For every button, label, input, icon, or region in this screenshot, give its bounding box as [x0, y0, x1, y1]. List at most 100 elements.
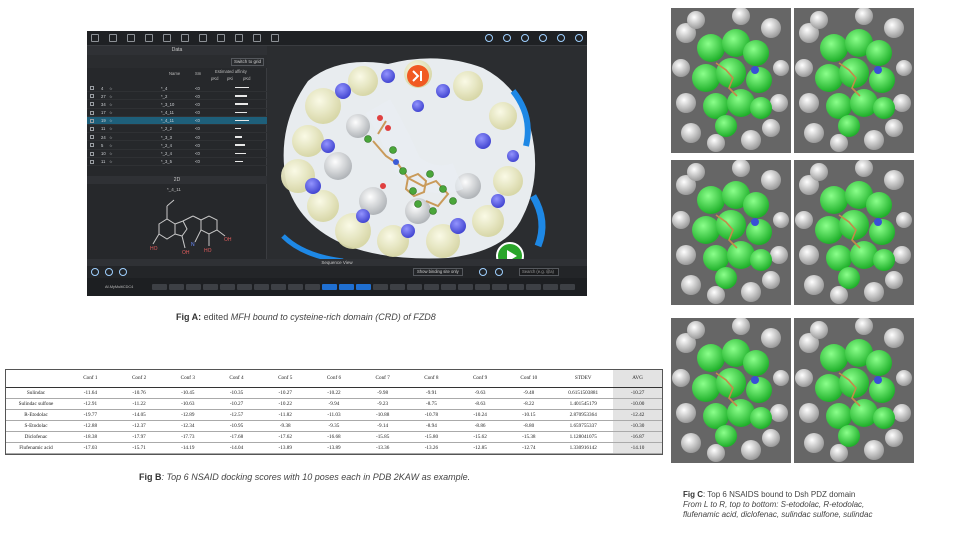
row-name: *_2 — [161, 93, 168, 99]
sequence-residues[interactable]: Af-MyMultiCDC4 — [87, 278, 587, 296]
2d-panel-title: 2D — [87, 176, 267, 184]
switch-to-grid-button[interactable]: Switch to grid — [230, 58, 264, 66]
star-icon[interactable]: ☆ — [109, 86, 113, 91]
score-cell: 0.6151503881 — [553, 387, 614, 399]
row-checkbox[interactable] — [90, 143, 94, 148]
star-icon[interactable]: ☆ — [109, 151, 113, 156]
score-cell: -9.91 — [407, 387, 456, 399]
data-table-row[interactable]: 4 ☆ *_4 <0 — [87, 84, 267, 93]
row-checkbox[interactable] — [90, 86, 94, 90]
star-icon[interactable]: ☆ — [109, 159, 113, 164]
data-table-row[interactable]: 19 ☆ *_4_11 <0 — [87, 116, 267, 125]
data-table-row[interactable]: 27 ☆ *_2 <0 — [87, 92, 267, 101]
refresh-icon[interactable] — [495, 268, 503, 276]
tool-icon[interactable] — [253, 34, 261, 42]
score-cell: -13.89 — [260, 442, 310, 454]
affinity-bar — [235, 119, 249, 122]
data-table-row[interactable]: 24 ☆ *_3_3 <0 — [87, 133, 267, 142]
star-icon[interactable]: ☆ — [109, 143, 113, 148]
score-cell: -17.62 — [260, 431, 310, 443]
data-table-body: 4 ☆ *_4 <0 27 ☆ *_2 <0 34 ☆ *_3_10 <0 17 ☆ *_4_11 <0 19 ☆… — [87, 84, 267, 166]
table-header-cell: STDEV — [553, 370, 614, 388]
data-table-row[interactable]: 11 ☆ *_2_2 <0 — [87, 125, 267, 134]
view-icon[interactable] — [485, 34, 493, 42]
score-cell: -9.14 — [358, 420, 408, 432]
tool-icon[interactable] — [199, 34, 207, 42]
table-header-cell: Conf 8 — [407, 370, 456, 388]
score-cell: -14.19 — [163, 442, 213, 454]
star-icon[interactable]: ☆ — [109, 94, 113, 99]
new-file-icon[interactable] — [91, 34, 99, 42]
table-header-cell: Conf 4 — [212, 370, 261, 388]
tool-icon[interactable] — [163, 34, 171, 42]
docked-pose-image — [671, 318, 791, 463]
score-cell: -15.85 — [358, 431, 408, 443]
redo-icon[interactable] — [235, 34, 243, 42]
select-icon[interactable] — [119, 268, 127, 276]
tool-icon[interactable] — [127, 34, 135, 42]
select-icon[interactable] — [105, 268, 113, 276]
protein-render — [795, 8, 912, 152]
row-checkbox[interactable] — [90, 102, 94, 107]
drug-name-cell: S-Etodolac — [6, 420, 66, 432]
undo-icon[interactable] — [217, 34, 225, 42]
caption-c-line2: From L to R, top to bottom: S-etodolac, … — [683, 500, 865, 509]
score-cell: -12.42 — [613, 409, 662, 421]
tool-icon[interactable] — [109, 34, 117, 42]
table-row: Sulindac sulfone -12.91 -11.22 -10.63 -10.27… — [6, 398, 662, 410]
view-icon[interactable] — [557, 34, 565, 42]
star-icon[interactable]: ☆ — [109, 118, 113, 123]
sequence-chain-label: Af-MyMultiCDC4 — [105, 285, 134, 289]
sequence-toolbar: Show binding site only Search (e.g. @a) — [87, 266, 587, 278]
row-sm: <0 — [195, 85, 200, 91]
score-cell: 1.659755337 — [553, 420, 614, 432]
score-cell: -19.77 — [66, 409, 115, 421]
row-checkbox[interactable] — [90, 135, 94, 140]
data-table-row[interactable]: 10 ☆ *_2_4 <0 — [87, 150, 267, 158]
3d-viewer[interactable] — [268, 46, 587, 261]
score-cell: -8.80 — [504, 420, 554, 432]
row-checkbox[interactable] — [90, 118, 94, 123]
row-name: *_3_3 — [161, 134, 172, 140]
col-name[interactable]: Name — [169, 71, 180, 76]
score-cell: 1.128041075 — [553, 431, 614, 443]
show-binding-site-toggle[interactable]: Show binding site only — [413, 268, 463, 276]
col-sm[interactable]: Sm — [195, 71, 201, 76]
data-table-row[interactable]: 34 ☆ *_3_10 <0 — [87, 100, 267, 109]
view-icon[interactable] — [503, 34, 511, 42]
data-table-row[interactable]: 17 ☆ *_4_11 <0 — [87, 109, 267, 117]
view-icon[interactable] — [539, 34, 547, 42]
row-checkbox[interactable] — [90, 151, 94, 156]
row-checkbox[interactable] — [90, 126, 94, 131]
residue-search-input[interactable]: Search (e.g. @a) — [519, 268, 559, 276]
svg-text:HO: HO — [204, 248, 212, 254]
select-icon[interactable] — [91, 268, 99, 276]
score-cell: -15.80 — [407, 431, 456, 443]
tool-icon[interactable] — [271, 34, 279, 42]
score-cell: -11.03 — [309, 409, 359, 421]
tool-icon[interactable] — [145, 34, 153, 42]
star-icon[interactable]: ☆ — [109, 135, 113, 140]
caption-c-label: Fig C — [683, 490, 703, 499]
view-icon[interactable] — [521, 34, 529, 42]
row-checkbox[interactable] — [90, 94, 94, 99]
data-table-row[interactable]: 5 ☆ *_2_4 <0 — [87, 141, 267, 150]
score-cell: -15.62 — [455, 431, 505, 443]
row-checkbox[interactable] — [90, 159, 94, 164]
score-cell: 1.330916142 — [553, 442, 614, 454]
row-name: *_4 — [161, 85, 168, 91]
data-table-row[interactable]: 11 ☆ *_3_5 <0 — [87, 158, 267, 166]
col-affinity[interactable]: Estimated affinity — [215, 69, 247, 74]
table-header-cell: Conf 7 — [358, 370, 408, 388]
row-checkbox[interactable] — [90, 110, 94, 115]
table-header-cell: Conf 2 — [114, 370, 164, 388]
gear-icon[interactable] — [479, 268, 487, 276]
tool-icon[interactable] — [181, 34, 189, 42]
star-icon[interactable]: ☆ — [109, 102, 113, 107]
star-icon[interactable]: ☆ — [109, 126, 113, 131]
view-icon[interactable] — [575, 34, 583, 42]
caption-b-text: : Top 6 NSAID docking scores with 10 pos… — [161, 472, 471, 482]
row-sm: <0 — [195, 110, 200, 116]
score-cell: -9.23 — [358, 398, 408, 410]
star-icon[interactable]: ☆ — [109, 110, 113, 115]
